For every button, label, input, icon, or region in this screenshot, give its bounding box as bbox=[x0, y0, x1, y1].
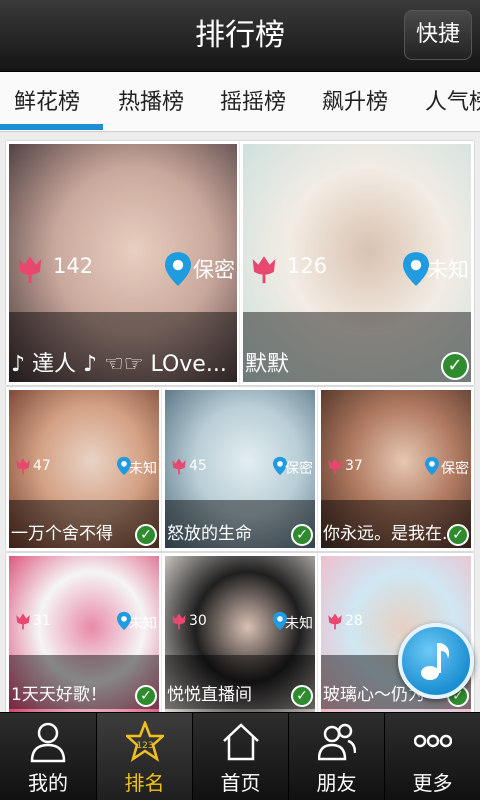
svg-text:123: 123 bbox=[136, 741, 153, 751]
flower-icon bbox=[172, 458, 186, 475]
nav-label: 更多 bbox=[412, 771, 453, 795]
verified-check-icon: ✓ bbox=[135, 685, 157, 707]
flower-icon bbox=[252, 256, 276, 284]
verified-check-icon: ✓ bbox=[441, 352, 469, 380]
flower-count: 31 bbox=[33, 613, 51, 629]
nav-more[interactable]: 更多 bbox=[384, 713, 480, 800]
verified-check-icon: ✓ bbox=[135, 524, 157, 546]
flower-icon bbox=[16, 613, 30, 630]
user-card[interactable]: 45 保密 怒放的生命 ✓ bbox=[162, 387, 318, 551]
user-card[interactable]: 37 保密 你永远。是我在... ✓ bbox=[318, 387, 474, 551]
user-name: 怒放的生命 bbox=[167, 524, 252, 544]
flower-count: 142 bbox=[53, 254, 94, 278]
ranking-tabs: 鲜花榜 热播榜 摇摇榜 飙升榜 人气榜 bbox=[0, 72, 480, 132]
user-card[interactable]: 31 未知 1天天好歌！ ✓ bbox=[6, 553, 162, 712]
bottom-nav: 我的 123 排名 首页 朋友 更多 bbox=[0, 712, 480, 800]
user-name: 一万个舍不得 bbox=[11, 524, 113, 544]
flower-count: 37 bbox=[345, 458, 363, 474]
location-label: 未知 bbox=[285, 616, 313, 632]
flower-icon bbox=[328, 458, 342, 475]
user-name: 悦悦直播间 bbox=[167, 685, 252, 705]
tab-hot-play[interactable]: 热播榜 bbox=[118, 72, 184, 128]
user-name: 你永远。是我在... bbox=[323, 524, 449, 544]
location-label: 保密 bbox=[285, 461, 313, 477]
location-pin-icon bbox=[403, 252, 429, 286]
tab-shake[interactable]: 摇摇榜 bbox=[220, 72, 286, 128]
user-card[interactable]: 142 保密 ♪ 達人 ♪ ☜☞ LOve... bbox=[6, 141, 240, 385]
user-name: ♪ 達人 ♪ ☜☞ LOve... bbox=[11, 352, 227, 377]
location-label: 保密 bbox=[441, 461, 469, 477]
flower-count: 126 bbox=[287, 254, 328, 278]
user-card[interactable]: 126 未知 默默 ✓ bbox=[240, 141, 474, 385]
tab-rising[interactable]: 飙升榜 bbox=[322, 72, 388, 128]
user-card[interactable]: 30 未知 悦悦直播间 ✓ bbox=[162, 553, 318, 712]
tab-popularity[interactable]: 人气榜 bbox=[425, 72, 480, 128]
location-label: 保密 bbox=[193, 258, 235, 282]
location-label: 未知 bbox=[129, 461, 157, 477]
user-card[interactable]: 47 未知 一万个舍不得 ✓ bbox=[6, 387, 162, 551]
flower-count: 47 bbox=[33, 458, 51, 474]
flower-icon bbox=[172, 613, 186, 630]
nav-label: 我的 bbox=[28, 771, 68, 795]
friends-icon bbox=[318, 723, 356, 761]
music-note-icon bbox=[421, 643, 450, 680]
flower-icon bbox=[16, 458, 30, 475]
nav-home[interactable]: 首页 bbox=[192, 713, 288, 800]
person-icon bbox=[30, 722, 66, 763]
flower-count: 30 bbox=[189, 613, 207, 629]
nav-label: 排名 bbox=[124, 771, 165, 795]
nav-ranking[interactable]: 123 排名 bbox=[96, 713, 192, 800]
quick-button[interactable]: 快捷 bbox=[404, 10, 472, 60]
user-name: 默默 bbox=[245, 352, 290, 377]
more-icon bbox=[414, 734, 452, 748]
tab-flowers[interactable]: 鲜花榜 bbox=[14, 72, 80, 128]
flower-icon bbox=[18, 256, 42, 284]
nav-label: 首页 bbox=[220, 771, 261, 795]
location-pin-icon bbox=[425, 456, 439, 476]
music-player-button[interactable] bbox=[398, 623, 474, 699]
location-pin-icon bbox=[165, 252, 191, 286]
flower-icon bbox=[328, 613, 342, 630]
flower-count: 45 bbox=[189, 458, 207, 474]
nav-label: 朋友 bbox=[316, 771, 357, 795]
active-tab-indicator bbox=[0, 124, 103, 130]
ranking-grid: 142 保密 ♪ 達人 ♪ ☜☞ LOve... 126 未知 默默 ✓ 47 … bbox=[0, 133, 480, 712]
user-name: 1天天好歌！ bbox=[11, 685, 107, 705]
nav-mine[interactable]: 我的 bbox=[0, 713, 96, 800]
location-label: 未知 bbox=[129, 616, 157, 632]
verified-check-icon: ✓ bbox=[447, 524, 469, 546]
location-label: 未知 bbox=[427, 258, 469, 282]
verified-check-icon: ✓ bbox=[291, 685, 313, 707]
home-icon bbox=[223, 723, 259, 761]
verified-check-icon: ✓ bbox=[291, 524, 313, 546]
nav-friends[interactable]: 朋友 bbox=[288, 713, 384, 800]
flower-count: 28 bbox=[345, 613, 363, 629]
star-rank-icon: 123 bbox=[126, 721, 164, 762]
title-bar: 排行榜 快捷 bbox=[0, 0, 480, 72]
